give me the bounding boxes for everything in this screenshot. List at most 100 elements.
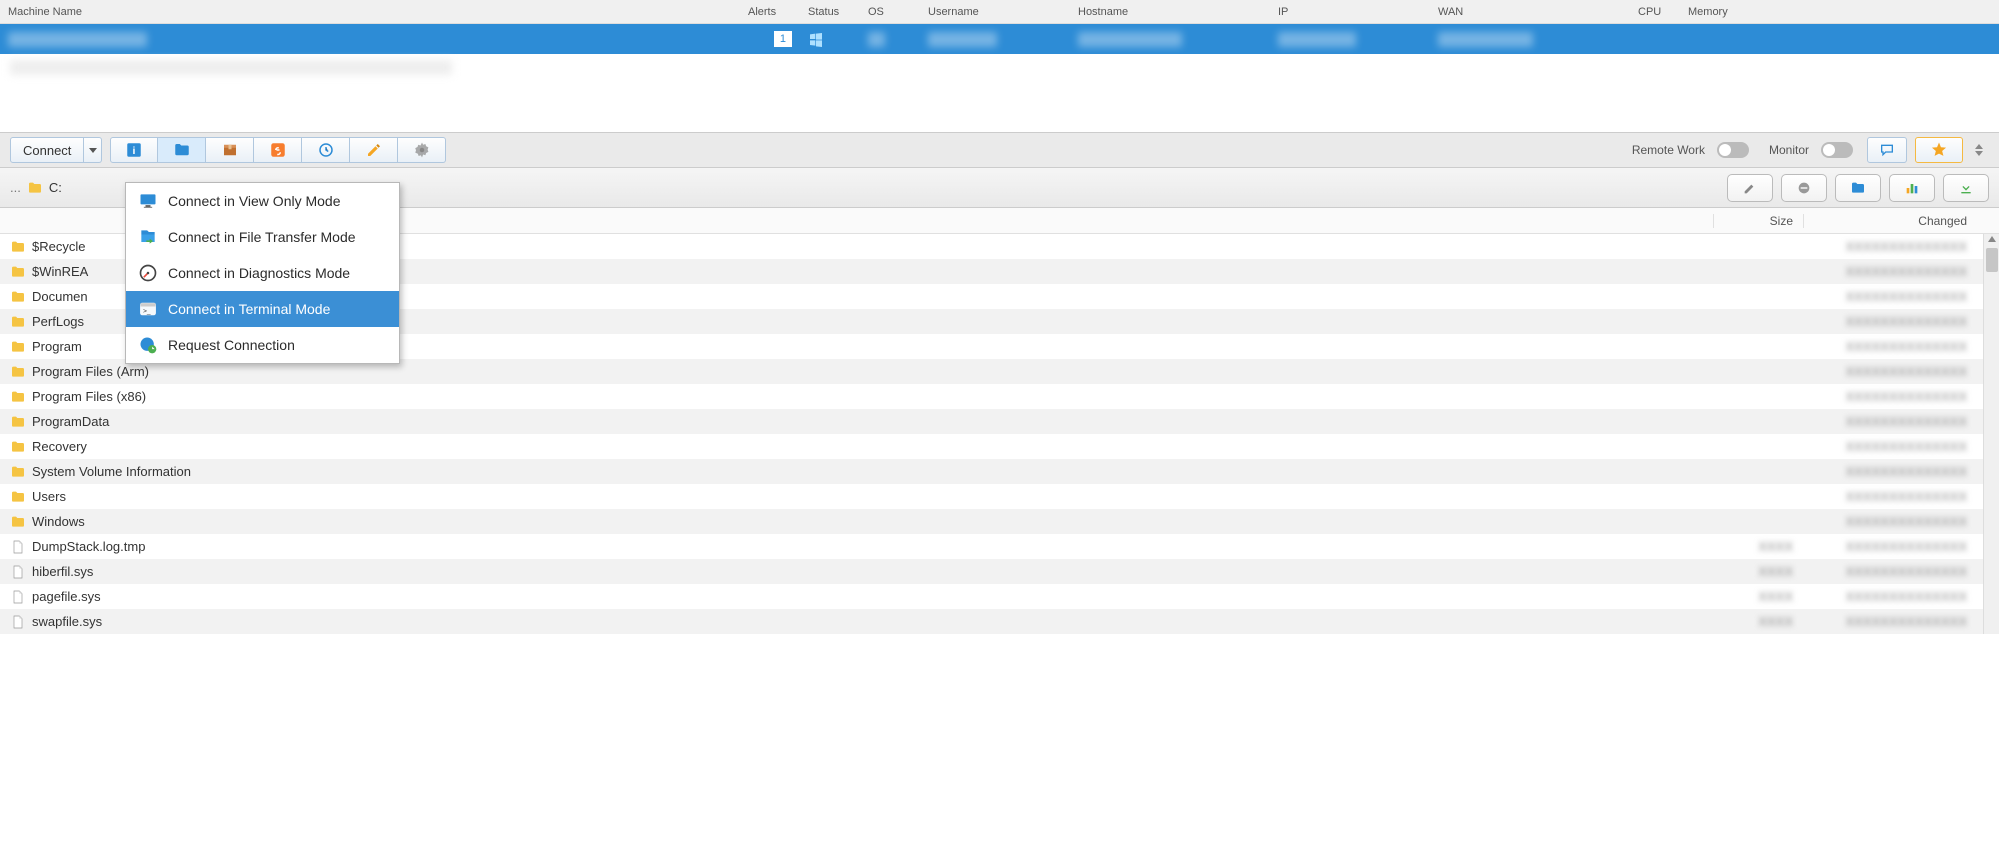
folder-icon — [10, 514, 26, 530]
file-row[interactable]: swapfile.sysXXXXXXXXXXXXXXXXXX — [0, 609, 1999, 634]
download-button[interactable] — [1943, 174, 1989, 202]
file-row[interactable]: ProgramData XXXXXXXXXXXXXX — [0, 409, 1999, 434]
dropdown-item[interactable]: >_Connect in Terminal Mode — [126, 291, 399, 327]
star-icon — [1930, 141, 1948, 159]
redacted-changed: XXXXXXXXXXXXXX — [1846, 464, 1967, 479]
col-machine-name[interactable]: Machine Name — [0, 6, 740, 18]
file-row[interactable]: Program Files (x86)XXXXXXXXXXXXXX — [0, 384, 1999, 409]
path-ellipsis[interactable]: ... — [10, 180, 21, 195]
col-wan[interactable]: WAN — [1430, 6, 1630, 18]
file-row[interactable]: DumpStack.log.tmpXXXXXXXXXXXXXXXXXX — [0, 534, 1999, 559]
file-row[interactable]: UsersXXXXXXXXXXXXXX — [0, 484, 1999, 509]
file-name: Recovery — [32, 439, 87, 454]
download-icon — [1958, 180, 1974, 196]
dropdown-item[interactable]: Request Connection — [126, 327, 399, 363]
redacted-hostname: XXXXXXXXXXXX — [1078, 32, 1182, 47]
file-name: hiberfil.sys — [32, 564, 93, 579]
chat-icon — [1878, 142, 1896, 158]
dropdown-item-label: Connect in View Only Mode — [168, 193, 341, 209]
file-icon — [10, 539, 26, 555]
panel-resize-handle[interactable] — [1975, 144, 1989, 156]
svg-text:i: i — [133, 145, 136, 157]
settings-tab[interactable] — [398, 137, 446, 163]
col-cpu[interactable]: CPU — [1630, 6, 1680, 18]
open-folder-button[interactable] — [1835, 174, 1881, 202]
file-name: PerfLogs — [32, 314, 84, 329]
file-row[interactable]: hiberfil.sysXXXXXXXXXXXXXXXXXX — [0, 559, 1999, 584]
monitor-toggle[interactable] — [1821, 142, 1853, 158]
history-tab[interactable] — [302, 137, 350, 163]
folder-icon — [10, 339, 26, 355]
link-tab[interactable] — [254, 137, 302, 163]
connect-dropdown-caret[interactable] — [84, 137, 102, 163]
packages-tab[interactable] — [206, 137, 254, 163]
scrollbar[interactable] — [1983, 234, 1999, 634]
monitor-label: Monitor — [1769, 143, 1809, 157]
pencil-icon — [365, 141, 383, 159]
blank-area: XXXXXXXXXXXXXXXXXXXXXXXXXXXXXXXXXXXXXXXX… — [0, 54, 1999, 132]
info-icon: i — [125, 141, 143, 159]
redacted-changed: XXXXXXXXXXXXXX — [1846, 389, 1967, 404]
favorite-button[interactable] — [1915, 137, 1963, 163]
file-name: $WinREA — [32, 264, 88, 279]
remote-work-toggle[interactable] — [1717, 142, 1749, 158]
file-icon — [10, 614, 26, 630]
folder-icon — [173, 141, 191, 159]
file-row[interactable]: WindowsXXXXXXXXXXXXXX — [0, 509, 1999, 534]
redacted-changed: XXXXXXXXXXXXXX — [1846, 264, 1967, 279]
package-icon — [221, 141, 239, 159]
col-memory[interactable]: Memory — [1680, 6, 1740, 18]
file-row[interactable]: pagefile.sysXXXXXXXXXXXXXXXXXX — [0, 584, 1999, 609]
col-username[interactable]: Username — [920, 6, 1070, 18]
file-row[interactable]: RecoveryXXXXXXXXXXXXXX — [0, 434, 1999, 459]
file-transfer-icon — [138, 227, 158, 247]
redacted-changed: XXXXXXXXXXXXXX — [1846, 414, 1967, 429]
chat-button[interactable] — [1867, 137, 1907, 163]
stats-button[interactable] — [1889, 174, 1935, 202]
edit-tab[interactable] — [350, 137, 398, 163]
file-name: ProgramData — [32, 414, 109, 429]
connect-dropdown-menu: Connect in View Only Mode Connect in File… — [125, 182, 400, 364]
scroll-up-icon — [1988, 236, 1996, 242]
redacted-size: XXXX — [1758, 614, 1793, 629]
col-size[interactable]: Size — [1713, 214, 1803, 228]
dropdown-item[interactable]: Connect in Diagnostics Mode — [126, 255, 399, 291]
redacted-wan: XXXXXXXXXXX — [1438, 32, 1533, 47]
file-icon — [10, 564, 26, 580]
edit-path-button[interactable] — [1727, 174, 1773, 202]
col-alerts[interactable]: Alerts — [740, 6, 800, 18]
col-os[interactable]: OS — [860, 6, 920, 18]
dropdown-item-label: Request Connection — [168, 337, 295, 353]
col-status[interactable]: Status — [800, 6, 860, 18]
alert-badge[interactable]: 1 — [774, 31, 792, 47]
monitor-icon — [138, 191, 158, 211]
file-name: System Volume Information — [32, 464, 191, 479]
col-hostname[interactable]: Hostname — [1070, 6, 1270, 18]
path-drive[interactable]: C: — [49, 180, 62, 195]
col-changed[interactable]: Changed — [1803, 214, 1983, 228]
folder-icon — [10, 239, 26, 255]
dropdown-item[interactable]: Connect in File Transfer Mode — [126, 219, 399, 255]
file-name: DumpStack.log.tmp — [32, 539, 145, 554]
redacted-subtext: XXXXXXXXXXXXXXXXXXXXXXXXXXXXXXXXXXXXXXXX… — [10, 60, 452, 75]
redacted-changed: XXXXXXXXXXXXXX — [1846, 289, 1967, 304]
file-name: pagefile.sys — [32, 589, 101, 604]
redacted-changed: XXXXXXXXXXXXXX — [1846, 614, 1967, 629]
dropdown-item-label: Connect in Diagnostics Mode — [168, 265, 350, 281]
remove-button[interactable] — [1781, 174, 1827, 202]
scrollbar-thumb[interactable] — [1986, 248, 1998, 272]
connect-button[interactable]: Connect — [10, 137, 84, 163]
folder-icon — [10, 464, 26, 480]
file-row[interactable]: System Volume Information XXXXXXXXXXXXXX — [0, 459, 1999, 484]
dropdown-item[interactable]: Connect in View Only Mode — [126, 183, 399, 219]
dropdown-item-label: Connect in File Transfer Mode — [168, 229, 356, 245]
machine-row-selected[interactable]: XXXXXXXXXXXXXXXX 1 XX XXXXXXXX XXXXXXXXX… — [0, 24, 1999, 54]
folder-icon — [10, 389, 26, 405]
col-ip[interactable]: IP — [1270, 6, 1430, 18]
machines-header: Machine Name Alerts Status OS Username H… — [0, 0, 1999, 24]
info-tab[interactable]: i — [110, 137, 158, 163]
files-tab[interactable] — [158, 137, 206, 163]
file-icon — [10, 589, 26, 605]
redacted-size: XXXX — [1758, 589, 1793, 604]
redacted-changed: XXXXXXXXXXXXXX — [1846, 314, 1967, 329]
